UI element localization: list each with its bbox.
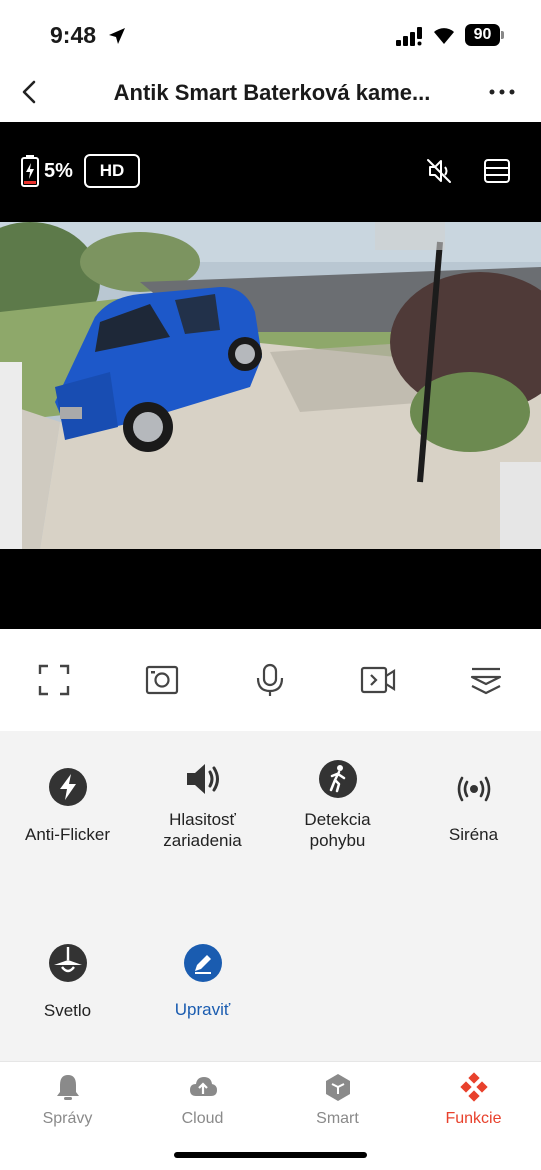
feature-label: Upraviť [174,1000,231,1019]
feature-label: Hlasitosť zariadenia [163,810,242,850]
location-arrow-icon [109,28,125,44]
feature-label: Anti-Flicker [24,825,110,844]
siren-icon [457,776,490,802]
camera-live-view[interactable]: 5% HD [0,122,541,629]
lamp-icon [48,944,87,982]
feature-edit[interactable]: Upraviť [135,943,270,1020]
tab-label: Správy [42,1110,93,1127]
camera-control-bar [0,629,541,731]
battery-indicator: 90 [465,24,505,46]
tab-cloud[interactable]: Cloud [135,1072,270,1128]
more-controls-icon[interactable] [468,662,504,698]
page-title: Antik Smart Baterková kame... [113,80,431,105]
tab-smart[interactable]: Smart [270,1072,405,1128]
feature-device-volume[interactable]: Hlasitosť zariadenia [135,759,270,851]
snapshot-icon[interactable] [144,662,180,698]
more-options-icon[interactable] [484,80,520,104]
back-chevron-icon[interactable] [16,78,44,106]
status-time: 9:48 [50,22,97,48]
features-panel: Anti-Flicker Hlasitosť zariadenia Detekc… [0,731,541,1061]
speaker-muted-icon[interactable] [424,156,454,186]
tab-label: Funkcie [445,1110,502,1127]
bell-icon [56,1075,79,1100]
camera-battery-percent: 5% [44,160,73,182]
feature-siren[interactable]: Siréna [406,769,541,845]
tab-spravy[interactable]: Správy [0,1072,135,1128]
quality-toggle-button[interactable]: HD [84,154,140,188]
wifi-icon [434,28,454,44]
camera-feed-image [0,222,541,549]
tab-label: Smart [316,1110,359,1127]
cellular-signal-icon [396,27,422,46]
microphone-icon[interactable] [252,662,288,698]
flash-icon [48,768,87,806]
tab-label: Cloud [181,1110,224,1127]
feature-label: Svetlo [43,1001,92,1020]
cloud-upload-icon [189,1077,217,1096]
tab-funkcie[interactable]: Funkcie [406,1072,541,1128]
feature-label: Detekcia pohybu [304,810,371,850]
grid-diamond-icon [459,1072,488,1102]
feature-label: Siréna [448,825,499,844]
feature-light[interactable]: Svetlo [0,943,135,1021]
record-video-icon[interactable] [360,662,396,698]
battery-level: 90 [465,24,500,46]
status-bar: 9:48 90 [0,0,541,68]
speaker-icon [186,764,219,794]
feature-motion-detection[interactable]: Detekcia pohybu [270,759,405,851]
home-indicator [174,1152,367,1158]
edit-icon [183,944,222,982]
navigation-bar: Antik Smart Baterková kame... [0,68,541,122]
layout-toggle-icon[interactable] [482,156,512,186]
cube-icon [325,1074,350,1101]
camera-battery-icon [21,155,39,187]
feature-anti-flicker[interactable]: Anti-Flicker [0,767,135,845]
fullscreen-icon[interactable] [36,662,72,698]
walking-person-icon [318,760,357,798]
